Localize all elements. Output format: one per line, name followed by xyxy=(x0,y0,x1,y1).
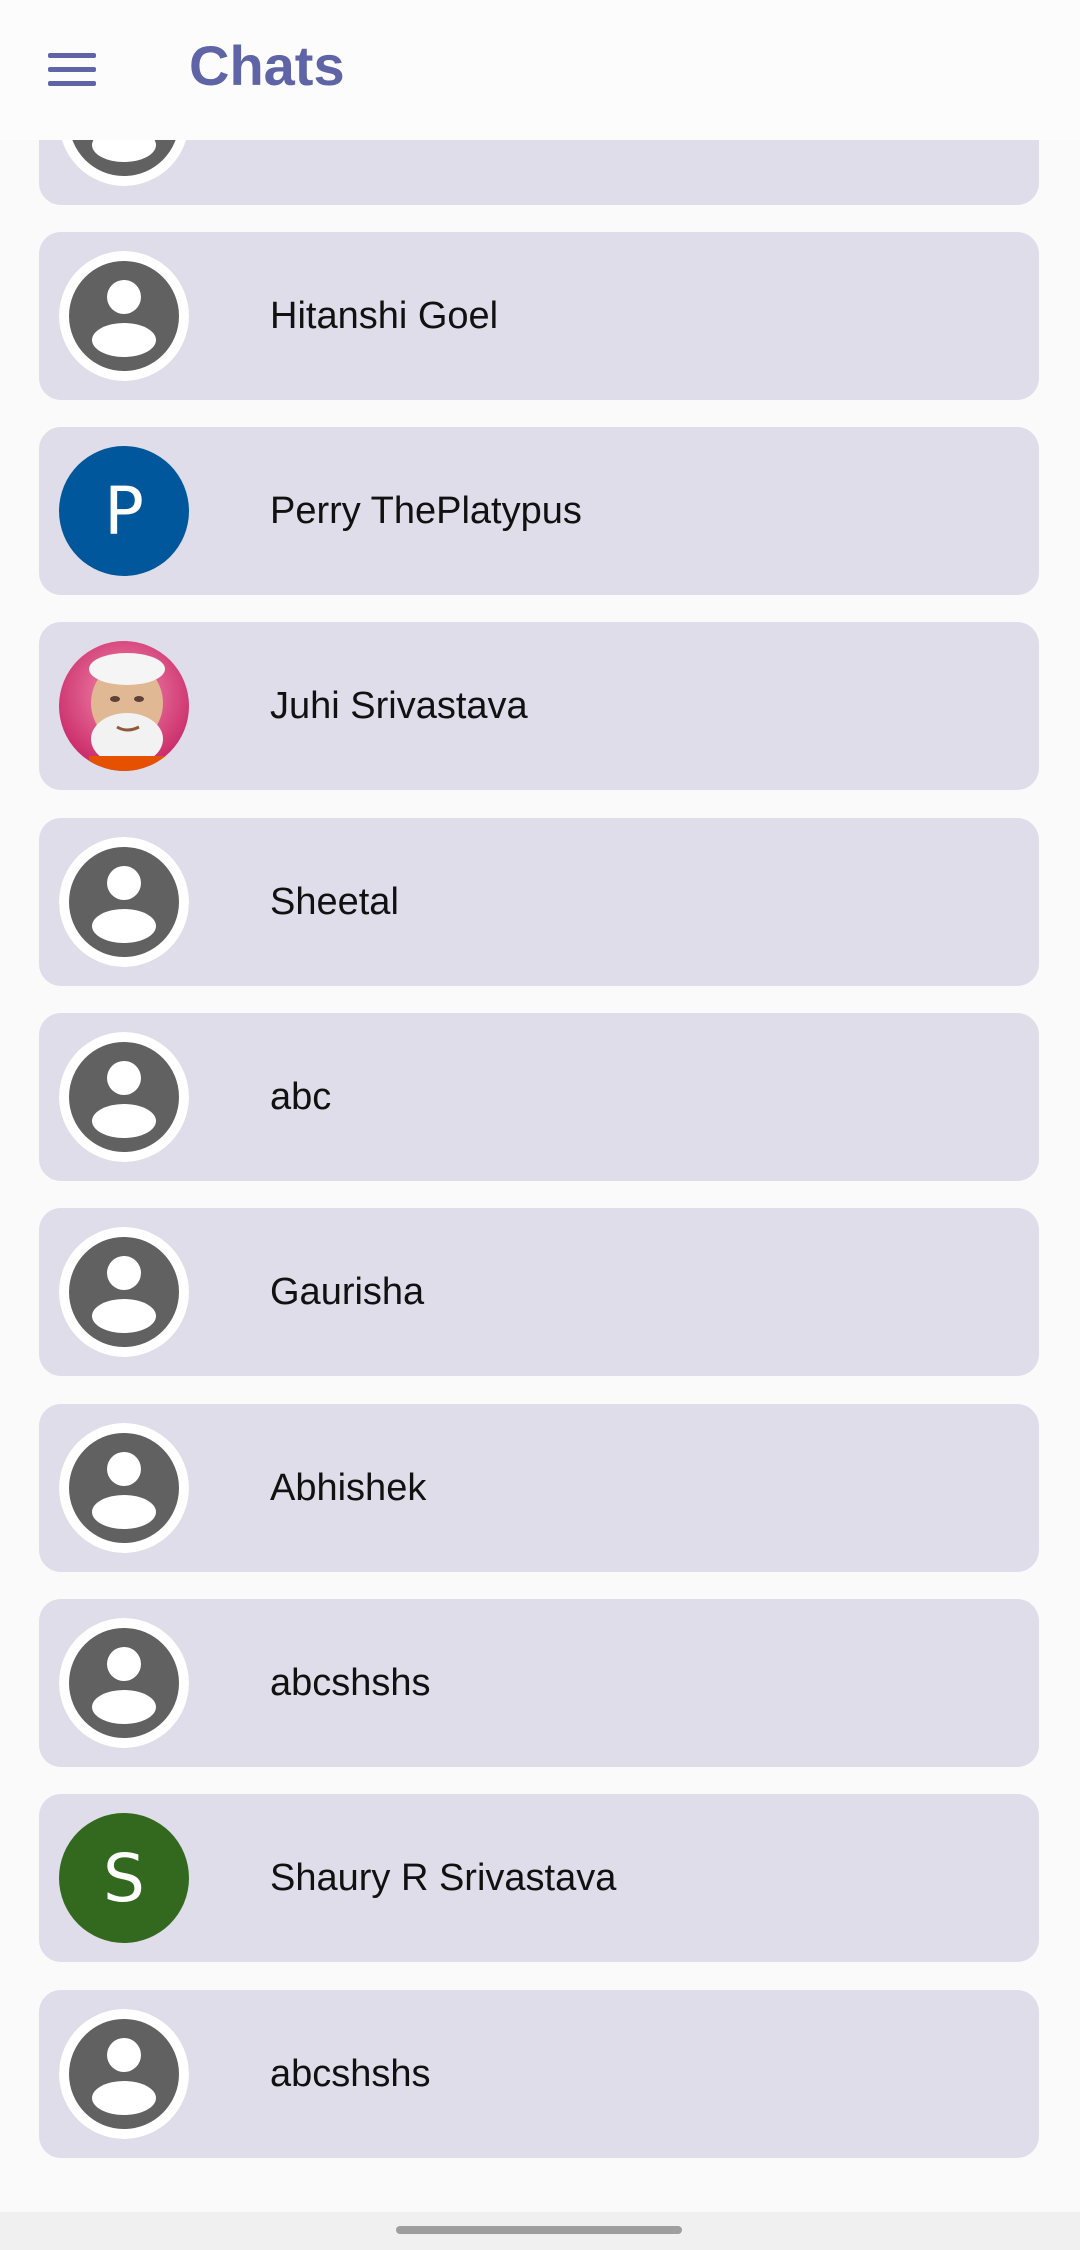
default-avatar-icon xyxy=(59,1032,189,1162)
letter-avatar: P xyxy=(59,446,189,576)
default-avatar-icon xyxy=(59,1618,189,1748)
chat-name: abc xyxy=(270,1076,332,1118)
chat-list-item[interactable]: Abhishek xyxy=(39,1404,1039,1572)
hamburger-menu-icon[interactable] xyxy=(38,38,106,100)
chat-list-item[interactable]: abcshshs xyxy=(39,1599,1039,1767)
page-title: Chats xyxy=(189,34,345,97)
profile-photo-avatar xyxy=(59,641,189,771)
chat-list-item[interactable]: Gaurisha xyxy=(39,1208,1039,1376)
letter-avatar: S xyxy=(59,1813,189,1943)
chat-name: Perry ThePlatypus xyxy=(270,490,582,532)
chat-list-item[interactable]: P Perry ThePlatypus xyxy=(39,427,1039,595)
chat-name: Abhishek xyxy=(270,1467,427,1509)
chat-list-item[interactable]: Juhi Srivastava xyxy=(39,622,1039,790)
default-avatar-icon xyxy=(59,1227,189,1357)
chat-name: Sheetal xyxy=(270,881,399,923)
default-avatar-icon xyxy=(59,1423,189,1553)
chats-screen: Hitanshi Goel P Perry ThePlatypus Juhi S… xyxy=(0,0,1080,2250)
chat-name: abcshshs xyxy=(270,2053,431,2095)
system-navigation-bar xyxy=(0,2212,1080,2250)
default-avatar-icon xyxy=(59,2009,189,2139)
chat-list-item[interactable]: abcshshs xyxy=(39,1990,1039,2158)
home-gesture-handle[interactable] xyxy=(396,2226,682,2234)
chat-list-item[interactable]: Sheetal xyxy=(39,818,1039,986)
chat-name: Shaury R Srivastava xyxy=(270,1857,617,1899)
chat-list-item[interactable]: abc xyxy=(39,1013,1039,1181)
chat-list-item[interactable]: Hitanshi Goel xyxy=(39,232,1039,400)
chat-name: abcshshs xyxy=(270,1662,431,1704)
default-avatar-icon xyxy=(59,251,189,381)
chat-name: Juhi Srivastava xyxy=(270,685,528,727)
chat-list-item[interactable]: S Shaury R Srivastava xyxy=(39,1794,1039,1962)
app-bar: Chats xyxy=(0,0,1080,140)
default-avatar-icon xyxy=(59,837,189,967)
chat-name: Gaurisha xyxy=(270,1271,425,1313)
chat-name: Hitanshi Goel xyxy=(270,295,499,337)
